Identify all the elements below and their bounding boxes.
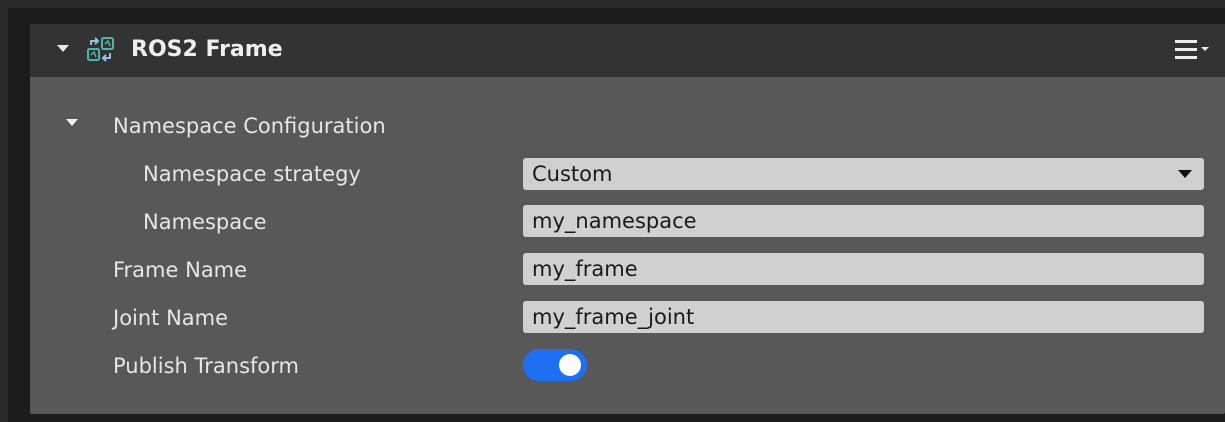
namespace-input[interactable]: my_namespace: [523, 205, 1204, 237]
panel-header[interactable]: ROS2 Frame: [30, 24, 1225, 77]
publish-transform-label: Publish Transform: [113, 354, 299, 378]
namespace-configuration-label[interactable]: Namespace Configuration: [113, 112, 386, 140]
frame-name-label: Frame Name: [113, 258, 248, 282]
namespace-section-arrow-icon[interactable]: [66, 119, 78, 126]
joint-name-label: Joint Name: [113, 306, 229, 330]
ros2-frame-panel: ROS2 Frame Namespace Configuration Names…: [30, 24, 1225, 414]
joint-name-input[interactable]: my_frame_joint: [523, 301, 1204, 333]
namespace-strategy-dropdown[interactable]: Custom: [523, 158, 1204, 190]
ros2-frame-icon: [87, 37, 114, 62]
namespace-strategy-label: Namespace strategy: [143, 162, 361, 186]
frame-name-input[interactable]: my_frame: [523, 253, 1204, 285]
toggle-knob: [559, 354, 581, 376]
namespace-label: Namespace: [143, 210, 267, 234]
panel-title: ROS2 Frame: [131, 37, 283, 62]
namespace-strategy-value: Custom: [532, 162, 613, 186]
chevron-down-icon[interactable]: [1178, 170, 1192, 178]
collapse-arrow-icon[interactable]: [57, 45, 69, 52]
publish-transform-toggle[interactable]: [523, 349, 587, 381]
hamburger-menu-icon[interactable]: [1175, 39, 1211, 61]
